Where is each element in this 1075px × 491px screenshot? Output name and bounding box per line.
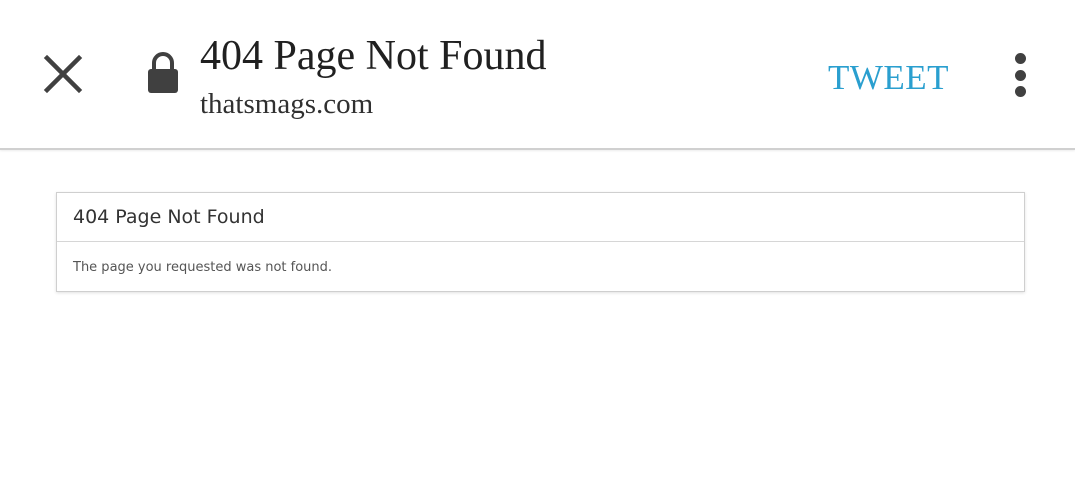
tweet-button[interactable]: TWEET (828, 58, 949, 98)
more-vert-icon-dot (1014, 69, 1026, 81)
lock-icon (148, 52, 178, 93)
error-panel: 404 Page Not Found The page you requeste… (56, 192, 1025, 292)
panel-message: The page you requested was not found. (73, 259, 333, 275)
top-bar: 404 Page Not Found thatsmags.com TWEET (0, 0, 1075, 150)
close-icon (43, 54, 83, 94)
more-vert-icon-dot (1014, 86, 1026, 97)
more-vert-icon (1014, 53, 1026, 64)
panel-heading: 404 Page Not Found (57, 193, 1024, 242)
more-options-button[interactable] (1000, 50, 1040, 100)
page-title: 404 Page Not Found (200, 33, 547, 79)
close-button[interactable] (34, 45, 92, 103)
page-domain: thatsmags.com (200, 88, 374, 120)
